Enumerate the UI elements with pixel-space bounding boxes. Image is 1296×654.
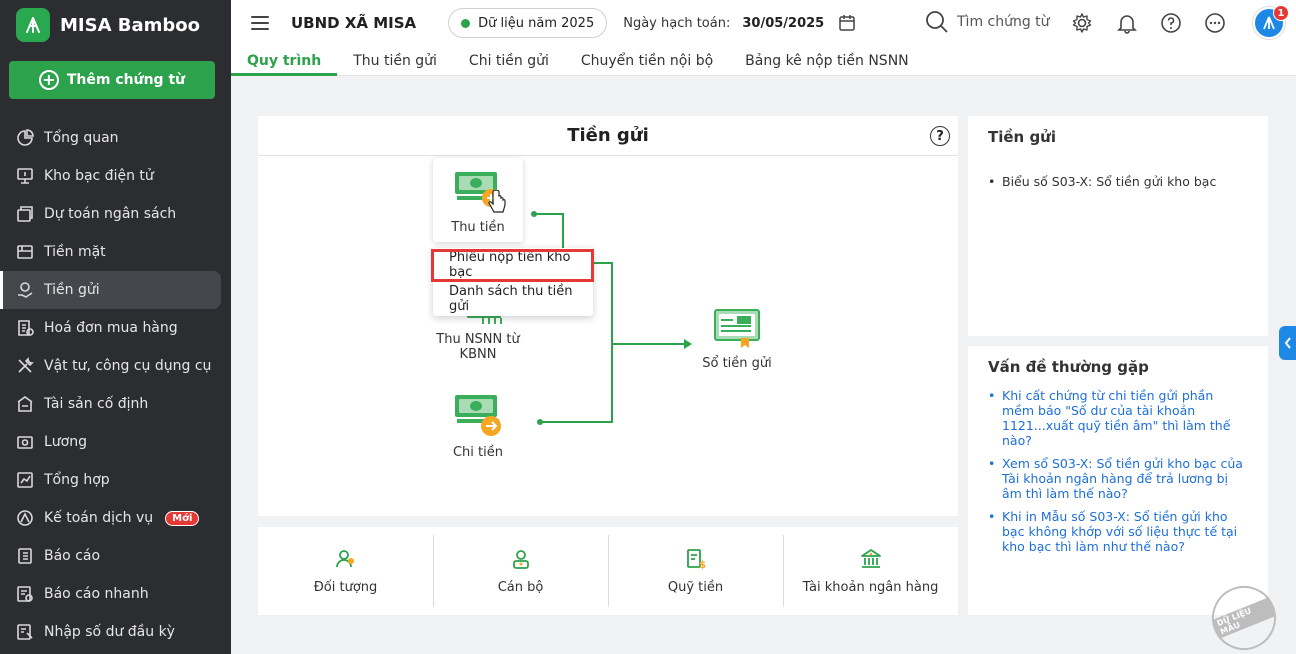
svg-text:$: $ xyxy=(699,560,706,570)
watermark-text: DỮ LIỆU MẪU xyxy=(1212,597,1276,639)
shortcut-partners[interactable]: Đối tượng xyxy=(258,527,433,615)
pay-money-label: Chi tiền xyxy=(452,445,503,460)
shortcut-bar: Đối tượng Cán bộ $ Quỹ tiền Tài khoản ng… xyxy=(258,527,958,615)
shortcut-label: Quỹ tiền xyxy=(667,579,724,595)
nsnn-receipt-label: Thu NSNN từ KBNN xyxy=(436,332,520,362)
report-link[interactable]: Biểu số S03-X: Sổ tiền gửi kho bạc xyxy=(988,174,1248,189)
faq-link[interactable]: Khi in Mẫu số S03-X: Sổ tiền gửi kho bạc… xyxy=(988,509,1248,554)
highlight-box xyxy=(431,249,594,282)
bank-icon xyxy=(860,548,881,568)
collapse-panel-toggle[interactable] xyxy=(1279,326,1296,360)
faq-panel: Vấn đề thường gặp Khi cất chứng từ chi t… xyxy=(968,346,1268,615)
reports-panel: Tiền gửi Biểu số S03-X: Sổ tiền gửi kho … xyxy=(968,116,1268,336)
faq-list: Khi cất chứng từ chi tiền gửi phần mềm b… xyxy=(988,388,1248,554)
reports-list: Biểu số S03-X: Sổ tiền gửi kho bạc xyxy=(988,174,1248,189)
shortcut-cash-fund[interactable]: $ Quỹ tiền xyxy=(608,527,783,615)
staff-icon xyxy=(512,549,529,569)
deposit-ledger-icon xyxy=(714,309,760,348)
shortcut-label: Cán bộ xyxy=(497,579,544,595)
cash-fund-icon: $ xyxy=(686,548,706,570)
flow-node-receive-money[interactable]: Thu tiền xyxy=(433,170,523,235)
dropdown-item-receipt-list[interactable]: Danh sách thu tiền gửi xyxy=(433,282,593,316)
faq-title: Vấn đề thường gặp xyxy=(988,358,1149,376)
shortcut-label: Đối tượng xyxy=(313,579,378,595)
hand-cursor-icon xyxy=(488,190,506,213)
reports-title: Tiền gửi xyxy=(988,128,1057,146)
shortcut-bank-account[interactable]: Tài khoản ngân hàng xyxy=(783,527,958,615)
shortcut-staff[interactable]: Cán bộ xyxy=(433,527,608,615)
receive-money-label: Thu tiền xyxy=(451,220,505,235)
shortcut-label: Tài khoản ngân hàng xyxy=(802,579,939,595)
flow-node-deposit-ledger[interactable]: Sổ tiền gửi xyxy=(696,306,778,371)
flow-node-pay-money[interactable]: Chi tiền xyxy=(433,393,523,460)
deposit-ledger-label: Sổ tiền gửi xyxy=(702,356,772,371)
money-pay-icon xyxy=(455,395,501,436)
faq-link[interactable]: Xem sổ S03-X: Sổ tiền gửi kho bạc của Tà… xyxy=(988,456,1248,501)
faq-link[interactable]: Khi cất chứng từ chi tiền gửi phần mềm b… xyxy=(988,388,1248,448)
chevron-left-icon xyxy=(1284,337,1291,349)
partners-icon xyxy=(335,549,354,567)
